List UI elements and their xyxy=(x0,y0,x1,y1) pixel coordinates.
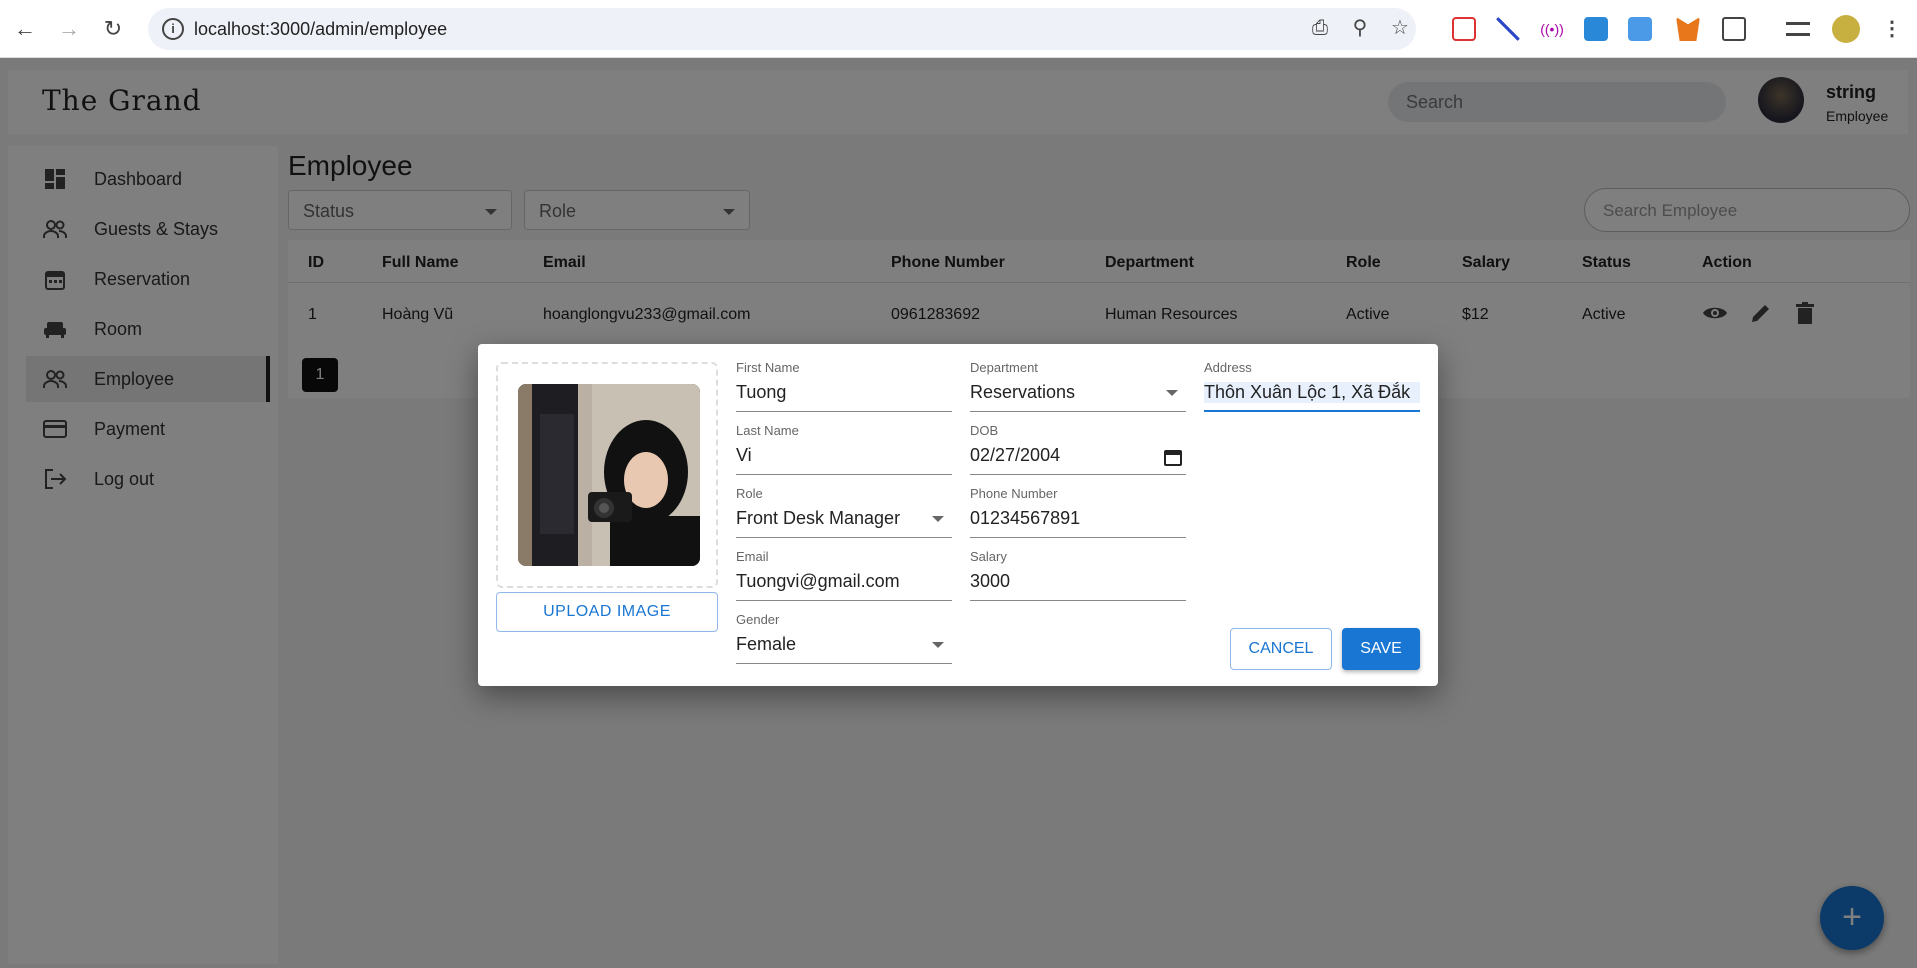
employee-photo xyxy=(518,384,700,566)
field-value: 3000 xyxy=(970,571,1011,591)
zoom-icon[interactable]: ⚲ xyxy=(1348,16,1372,40)
edit-employee-dialog: UPLOAD IMAGE First Name Tuong Last Name … xyxy=(478,344,1438,686)
dob-field[interactable]: DOB 02/27/2004 xyxy=(970,423,1186,475)
field-value: Front Desk Manager xyxy=(736,508,901,528)
extensions-puzzle-icon[interactable] xyxy=(1722,17,1746,41)
field-label: Email xyxy=(736,549,769,564)
extension-record-icon[interactable] xyxy=(1452,17,1476,41)
field-label: Salary xyxy=(970,549,1007,564)
cancel-button[interactable]: CANCEL xyxy=(1230,628,1332,670)
address-field[interactable]: Address Thôn Xuân Lộc 1, Xã Đắk xyxy=(1204,360,1420,412)
chevron-down-icon xyxy=(1166,390,1178,396)
browser-menu-icon[interactable]: ⋮ xyxy=(1880,17,1904,41)
extension-pen-icon[interactable] xyxy=(1496,17,1520,41)
field-value: Tuong xyxy=(736,382,787,402)
last-name-field[interactable]: Last Name Vi xyxy=(736,423,952,475)
gender-select[interactable]: Gender Female xyxy=(736,612,952,664)
field-label: Last Name xyxy=(736,423,799,438)
calendar-icon[interactable] xyxy=(1164,448,1182,466)
url-text: localhost:3000/admin/employee xyxy=(194,19,448,39)
field-value: 01234567891 xyxy=(970,508,1081,528)
field-value: Tuongvi@gmail.com xyxy=(736,571,900,591)
extension-metamask-icon[interactable] xyxy=(1676,17,1700,41)
forward-icon[interactable]: → xyxy=(54,14,84,44)
reload-icon[interactable]: ↻ xyxy=(98,14,128,44)
phone-number-field[interactable]: Phone Number 01234567891 xyxy=(970,486,1186,538)
image-dropzone[interactable] xyxy=(496,362,718,588)
extension-table-icon[interactable] xyxy=(1628,17,1652,41)
field-label: Phone Number xyxy=(970,486,1058,501)
extension-broadcast-icon[interactable]: ((•)) xyxy=(1540,17,1564,41)
install-icon[interactable]: ⎙ xyxy=(1308,16,1332,40)
field-label: Role xyxy=(736,486,763,501)
extension-sync-icon[interactable] xyxy=(1584,17,1608,41)
salary-field[interactable]: Salary 3000 xyxy=(970,549,1186,601)
field-label: First Name xyxy=(736,360,800,375)
chevron-down-icon xyxy=(932,516,944,522)
field-label: Gender xyxy=(736,612,780,627)
field-value: Reservations xyxy=(970,382,1076,402)
role-select[interactable]: Role Front Desk Manager xyxy=(736,486,952,538)
save-button[interactable]: SAVE xyxy=(1342,628,1420,670)
bookmark-star-icon[interactable]: ☆ xyxy=(1388,16,1412,40)
field-label: Address xyxy=(1204,360,1252,375)
media-control-icon[interactable] xyxy=(1786,22,1810,36)
first-name-field[interactable]: First Name Tuong xyxy=(736,360,952,412)
field-label: DOB xyxy=(970,423,999,438)
back-icon[interactable]: ← xyxy=(10,14,40,44)
chevron-down-icon xyxy=(932,642,944,648)
field-label: Department xyxy=(970,360,1038,375)
field-value: Thôn Xuân Lộc 1, Xã Đắk xyxy=(1204,382,1420,403)
email-field[interactable]: Email Tuongvi@gmail.com xyxy=(736,549,952,601)
upload-image-button[interactable]: UPLOAD IMAGE xyxy=(496,592,718,632)
field-value: 02/27/2004 xyxy=(970,445,1061,465)
department-select[interactable]: Department Reservations xyxy=(970,360,1186,412)
browser-toolbar: ← → ↻ i localhost:3000/admin/employee ⎙ … xyxy=(0,0,1917,58)
field-value: Vi xyxy=(736,445,752,465)
field-value: Female xyxy=(736,634,797,654)
address-bar[interactable]: i localhost:3000/admin/employee ⎙ ⚲ ☆ xyxy=(148,8,1416,50)
profile-avatar[interactable] xyxy=(1832,15,1860,43)
site-info-icon[interactable]: i xyxy=(162,18,184,40)
